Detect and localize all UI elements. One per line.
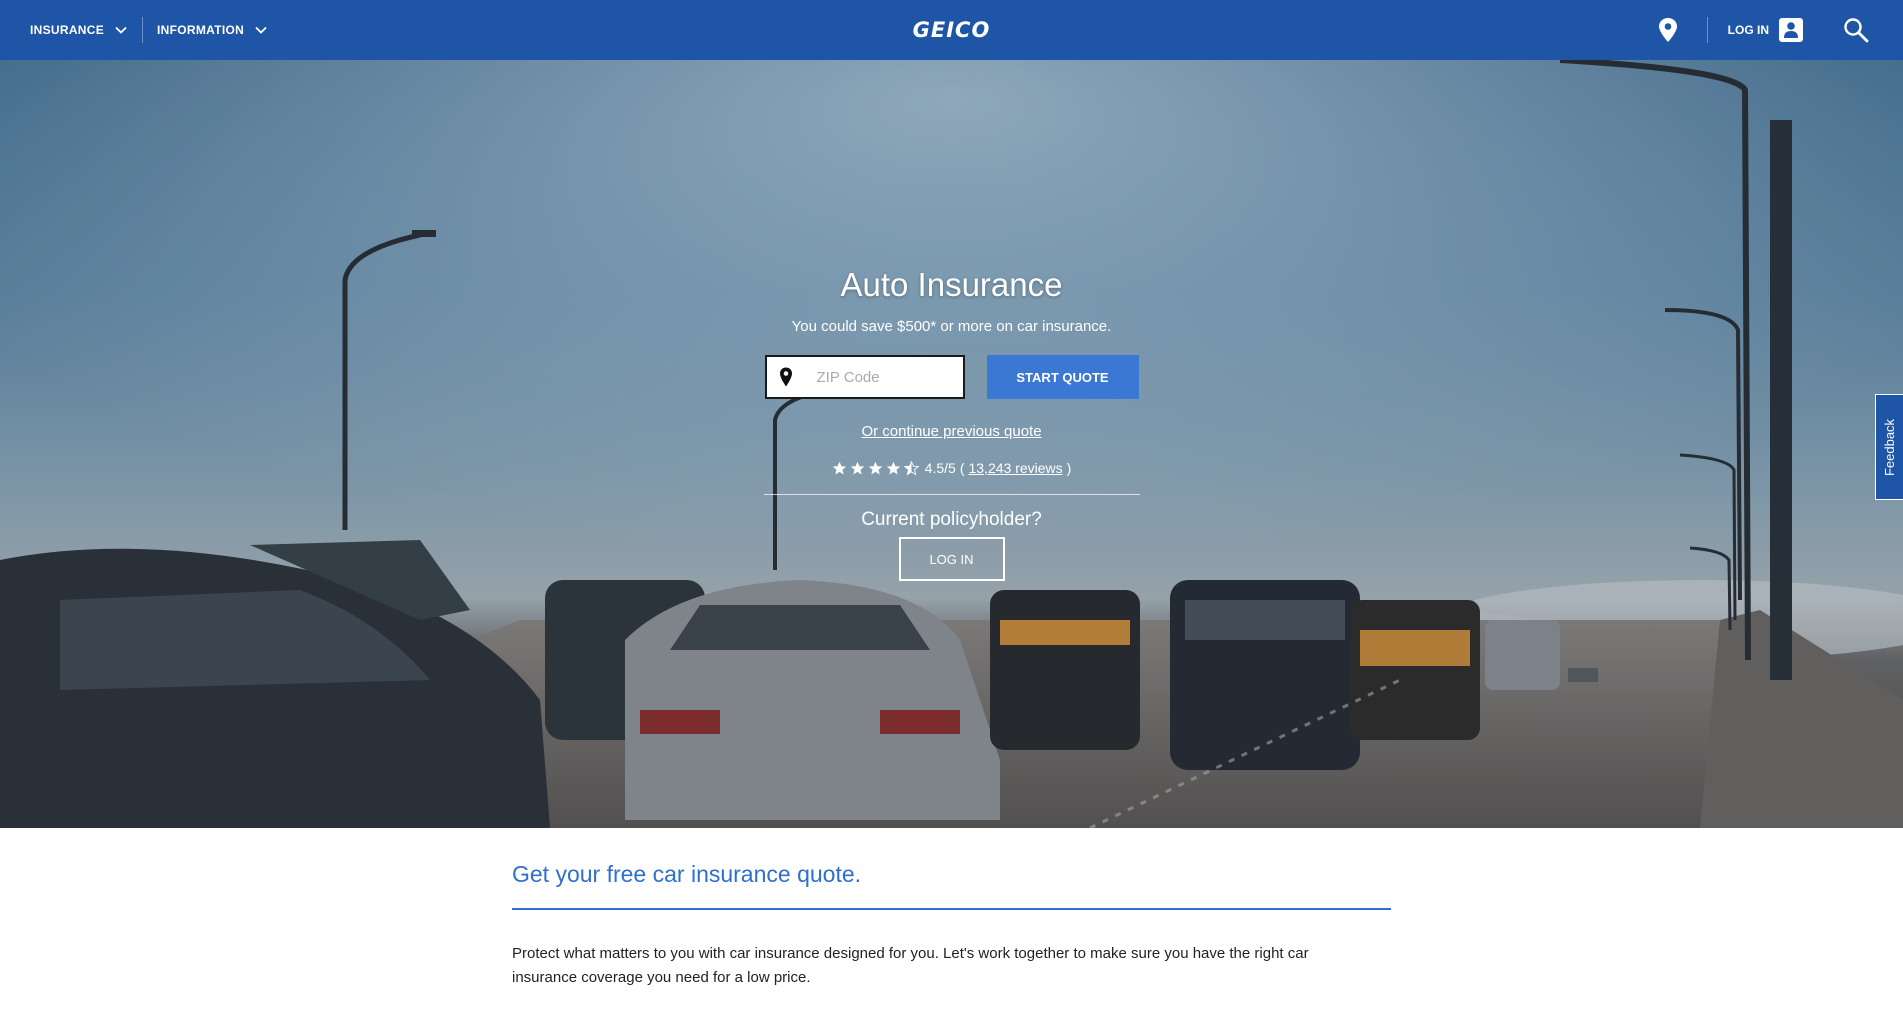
nav-insurance-menu[interactable]: INSURANCE — [0, 17, 144, 43]
star-half-icon — [903, 460, 919, 475]
location-pin-icon[interactable] — [1657, 17, 1679, 43]
user-icon — [1779, 18, 1803, 42]
nav-insurance-label: INSURANCE — [30, 23, 105, 37]
zip-code-field[interactable] — [764, 355, 965, 399]
section-heading: Get your free car insurance quote. — [512, 861, 862, 887]
nav-left: INSURANCE INFORMATION — [0, 0, 268, 60]
top-nav: INSURANCE INFORMATION GEICO LOG IN — [0, 0, 1903, 60]
star-rating — [832, 460, 919, 476]
nav-information-label: INFORMATION — [157, 23, 245, 37]
continue-previous-quote-link[interactable]: Or continue previous quote — [861, 423, 1041, 440]
chevron-down-icon — [115, 26, 127, 34]
rating-value: 4.5/5 — [924, 460, 956, 476]
policyholder-question: Current policyholder? — [861, 509, 1042, 530]
star-full-icon — [832, 461, 846, 474]
section-divider — [512, 908, 1391, 910]
reviews-close-paren: ) — [1066, 460, 1072, 476]
hero-banner: Auto Insurance You could save $500* or m… — [0, 60, 1903, 828]
chevron-down-icon — [255, 26, 267, 34]
nav-divider — [1706, 17, 1708, 43]
section-paragraph: Protect what matters to you with car ins… — [512, 945, 1309, 986]
hero-divider — [763, 494, 1140, 495]
feedback-label: Feedback — [1882, 418, 1897, 476]
nav-login-label: LOG IN — [1727, 23, 1769, 37]
hero-title: Auto Insurance — [840, 266, 1063, 303]
star-full-icon — [850, 461, 864, 474]
rating-summary: 4.5/5 (13,243 reviews) — [832, 460, 1072, 476]
nav-right: LOG IN — [1657, 0, 1903, 60]
hero-content: Auto Insurance You could save $500* or m… — [0, 60, 1903, 828]
star-full-icon — [868, 461, 882, 474]
reviews-open-paren: ( — [959, 460, 965, 476]
policyholder-login-button[interactable]: LOG IN — [898, 537, 1005, 581]
nav-login-link[interactable]: LOG IN — [1728, 18, 1803, 42]
hero-subtitle: You could save $500* or more on car insu… — [791, 318, 1112, 335]
location-pin-icon — [779, 367, 792, 387]
start-quote-button[interactable]: START QUOTE — [986, 355, 1139, 399]
search-icon[interactable] — [1843, 17, 1869, 43]
geico-logo[interactable]: GEICO — [913, 18, 991, 42]
zip-code-input[interactable] — [816, 368, 947, 386]
nav-information-menu[interactable]: INFORMATION — [143, 17, 268, 43]
reviews-link[interactable]: 13,243 reviews — [968, 460, 1062, 476]
star-full-icon — [886, 461, 900, 474]
quote-info-section: Get your free car insurance quote. Prote… — [512, 828, 1392, 990]
quote-form: START QUOTE — [764, 355, 1139, 399]
feedback-tab[interactable]: Feedback — [1875, 394, 1903, 500]
